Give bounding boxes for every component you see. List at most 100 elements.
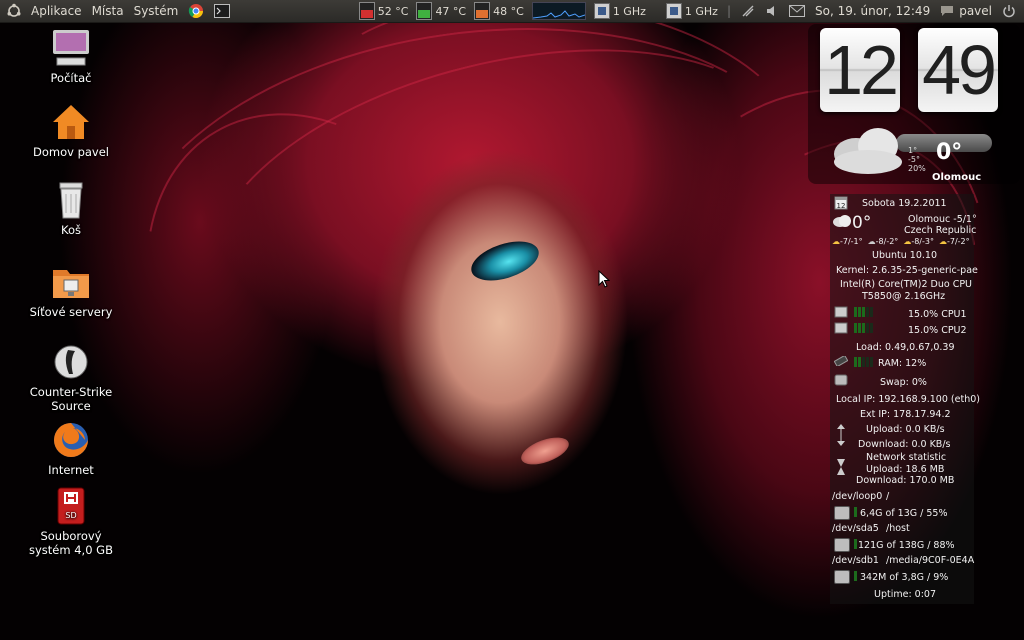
cpu2-bar — [854, 323, 874, 337]
weather-city: Olomouc — [932, 172, 982, 183]
flip-clock-widget[interactable]: 12 49 1° -5° 20% 0° Olomouc — [808, 24, 1020, 184]
cpu-chip-icon — [665, 3, 682, 19]
clock-datetime[interactable]: So, 19. únor, 12:49 — [810, 0, 935, 22]
cloud-icon — [833, 215, 851, 227]
desktop-icon-trash[interactable]: Koš — [21, 180, 121, 237]
forecast-day: -8/-3° — [911, 237, 934, 246]
volume-icon[interactable] — [760, 0, 784, 22]
cpu-temp-sensor[interactable]: 52 °C — [355, 2, 413, 20]
conky-ext-ip: Ext IP: 178.17.94.2 — [860, 409, 951, 420]
level-segment — [858, 323, 861, 333]
level-segment — [870, 323, 873, 333]
level-segment — [854, 539, 857, 549]
drive-icon: SD — [51, 486, 91, 526]
hard-disk-icon — [834, 570, 850, 584]
level-segment — [854, 571, 857, 581]
desktop-icon-label: Počítač — [50, 71, 92, 85]
disk-usage: 342M of 3,8G / 9% — [860, 572, 949, 583]
chrome-launcher-icon[interactable] — [183, 0, 209, 22]
sensor-temp-label: 52 °C — [377, 4, 409, 18]
conky-kernel: Kernel: 2.6.35-25-generic-pae — [836, 265, 978, 276]
conky-upload: Upload: 0.0 KB/s — [866, 424, 945, 435]
conky-ram: RAM: 12% — [878, 358, 927, 369]
user-menu[interactable]: pavel — [935, 0, 997, 22]
desktop-icon-counter-strike[interactable]: Counter-Strike Source — [21, 342, 121, 413]
conky-cpu2: 15.0% CPU2 — [908, 325, 967, 336]
level-segment — [866, 357, 869, 367]
conky-cpu-model-1: Intel(R) Core(TM)2 Duo CPU — [840, 279, 973, 290]
disk-mount: /host — [886, 523, 910, 534]
cpu-freq-2[interactable]: 1 GHz — [662, 3, 722, 19]
disk-dev: /dev/sdb1 — [832, 555, 879, 566]
desktop-icon-computer[interactable]: Počítač — [21, 28, 121, 85]
conky-date: Sobota 19.2.2011 — [862, 198, 947, 209]
mail-icon[interactable] — [784, 0, 810, 22]
cpu-chip-icon — [593, 3, 610, 19]
conky-cpu1: 15.0% CPU1 — [908, 309, 967, 320]
desktop-icon-internet[interactable]: Internet — [21, 420, 121, 477]
level-segment — [854, 323, 857, 333]
counter-strike-icon — [51, 342, 91, 382]
level-segment — [858, 307, 861, 317]
trash-icon — [51, 180, 91, 220]
ubuntu-logo-icon[interactable] — [0, 0, 26, 22]
power-icon[interactable] — [997, 0, 1024, 22]
disk-mount: /media/9C0F-0E4A — [886, 555, 975, 566]
clock-minutes: 49 — [918, 28, 998, 112]
calendar-icon: 12 — [834, 196, 848, 210]
cloud-icon: ☁ — [867, 237, 876, 246]
swap-disk-icon — [834, 374, 848, 386]
system-monitor-graph[interactable] — [528, 2, 590, 20]
thermometer-icon — [358, 2, 375, 20]
cpu-freq-label: 1 GHz — [684, 4, 718, 18]
cpu1-bar — [854, 307, 874, 321]
menu-applications[interactable]: Aplikace — [26, 0, 87, 22]
disk-bar — [854, 507, 858, 521]
gpu-temp-sensor[interactable]: 47 °C — [412, 2, 470, 20]
desktop-icon-home[interactable]: Domov pavel — [21, 102, 121, 159]
cpu-freq-1[interactable]: 1 GHz — [590, 3, 650, 19]
conky-forecast: ☁-7/-1° ☁-8/-2° ☁-8/-3° ☁-7/-2° — [832, 236, 970, 248]
menu-system[interactable]: Systém — [129, 0, 184, 22]
network-icon[interactable] — [736, 0, 760, 22]
username-label: pavel — [959, 4, 992, 18]
level-segment — [862, 357, 865, 367]
desktop-icon-label: Domov pavel — [32, 145, 109, 159]
cpu-freq-label: 1 GHz — [612, 4, 646, 18]
level-segment — [866, 307, 869, 317]
thermometer-icon — [474, 2, 491, 20]
hard-disk-icon — [834, 538, 850, 552]
menu-places[interactable]: Místa — [87, 0, 129, 22]
desktop-icon-label: Souborový systém 4,0 GB — [29, 529, 113, 557]
sensor-temp-label: 47 °C — [435, 4, 467, 18]
disk-temp-sensor[interactable]: 48 °C — [470, 2, 528, 20]
desktop-icon-label: Counter-Strike Source — [29, 385, 113, 413]
level-segment — [858, 357, 861, 367]
conky-system-monitor: 12 Sobota 19.2.2011 0° Olomouc -5/1° Cze… — [830, 194, 980, 604]
level-segment — [870, 357, 873, 367]
sensor-temp-label: 48 °C — [493, 4, 524, 18]
network-folder-icon — [51, 262, 91, 302]
level-segment — [854, 507, 857, 517]
desktop-icon-label: Koš — [61, 223, 81, 237]
terminal-launcher-icon[interactable] — [209, 0, 235, 22]
ram-icon — [834, 356, 848, 366]
conky-download: Download: 0.0 KB/s — [858, 439, 951, 450]
chat-bubble-icon — [941, 6, 954, 16]
desktop-icon-network[interactable]: Síťové servery — [21, 262, 121, 319]
desktop-icon-filesystem[interactable]: SD Souborový systém 4,0 GB — [21, 486, 121, 557]
forecast-day: -8/-2° — [875, 237, 899, 246]
conky-local-ip: Local IP: 192.168.9.100 (eth0) — [836, 394, 980, 405]
separator-icon: | — [726, 4, 732, 18]
desktop-icon-label: Síťové servery — [29, 305, 113, 319]
weather-temp: 0° — [936, 140, 963, 165]
hourglass-icon — [837, 459, 845, 475]
ram-bar — [854, 357, 874, 371]
hard-disk-icon — [834, 506, 850, 520]
sun-cloud-icon: ☁ — [832, 237, 840, 246]
desktop-icon-label: Internet — [48, 463, 94, 477]
clock-hours: 12 — [820, 28, 900, 112]
mouse-cursor-icon — [598, 270, 610, 288]
wallpaper-lips — [517, 432, 573, 470]
disk-usage: 6,4G of 13G / 55% — [860, 508, 948, 519]
